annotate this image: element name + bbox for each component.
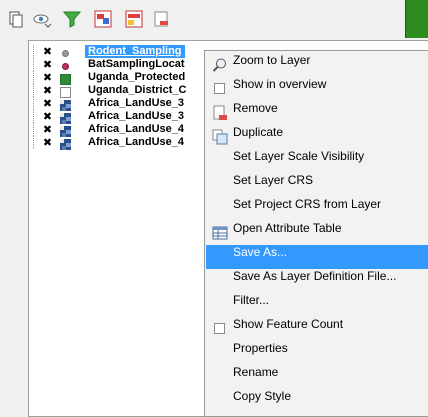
layer-options-icon[interactable] <box>5 8 27 30</box>
collapse-all-icon[interactable] <box>123 8 145 30</box>
tree-connector <box>33 123 42 136</box>
layer-symbol-icon <box>60 137 71 150</box>
menu-item-label: Set Layer Scale Visibility <box>233 149 365 163</box>
layer-symbol-icon <box>60 111 71 124</box>
layer-label: Africa_LandUse_4 <box>88 136 184 148</box>
menu-item-label: Save As Layer Definition File... <box>233 269 397 283</box>
menu-item-remove[interactable]: Remove <box>206 101 428 125</box>
layer-visibility-checkbox[interactable]: ✖ <box>42 111 53 122</box>
menu-item-show-feature-count[interactable]: Show Feature Count <box>206 317 428 341</box>
tree-connector <box>33 58 42 71</box>
menu-item-show-in-overview[interactable]: Show in overview <box>206 77 428 101</box>
layer-label: Africa_LandUse_3 <box>88 110 184 122</box>
layer-label: Uganda_District_C <box>88 84 187 96</box>
menu-item-label: Open Attribute Table <box>233 221 342 235</box>
layer-symbol-icon <box>60 59 71 70</box>
menu-item-label: Duplicate <box>233 125 284 139</box>
layers-toolbar <box>0 0 428 40</box>
attribute-table-icon <box>212 225 228 241</box>
layer-label: BatSamplingLocat <box>88 58 185 70</box>
layer-symbol-icon <box>60 46 71 57</box>
layer-symbol-icon <box>60 98 71 111</box>
menu-item-set-layer-scale-visibility[interactable]: Set Layer Scale Visibility <box>206 149 428 173</box>
menu-item-set-layer-crs[interactable]: Set Layer CRS <box>206 173 428 197</box>
menu-item-save-as[interactable]: Save As... <box>206 245 428 269</box>
tree-connector <box>33 97 42 110</box>
menu-item-rename[interactable]: Rename <box>206 365 428 389</box>
tree-connector <box>33 84 42 97</box>
expand-all-icon[interactable] <box>92 8 114 30</box>
tree-connector <box>33 45 42 58</box>
menu-item-label: Save As... <box>233 245 288 259</box>
menu-item-label: Set Layer CRS <box>233 173 314 187</box>
menu-item-label: Set Project CRS from Layer <box>233 197 382 211</box>
menu-item-properties[interactable]: Properties <box>206 341 428 365</box>
menu-item-zoom-to-layer[interactable]: Zoom to Layer <box>206 53 428 77</box>
tree-connector <box>33 110 42 123</box>
filter-legend-icon[interactable] <box>61 8 83 30</box>
layer-visibility-checkbox[interactable]: ✖ <box>42 46 53 57</box>
menu-item-label: Rename <box>233 365 279 379</box>
checkbox-icon <box>214 83 225 94</box>
layer-symbol-icon <box>59 72 72 86</box>
checkbox-icon <box>214 323 225 334</box>
layer-context-menu: Zoom to Layer Show in overview Remove Dupli… <box>204 50 428 417</box>
layer-label: Rodent_Sampling <box>85 45 185 58</box>
layer-label: Africa_LandUse_4 <box>88 123 184 135</box>
menu-item-copy-style[interactable]: Copy Style <box>206 389 428 413</box>
tree-connector <box>33 71 42 84</box>
layer-visibility-checkbox[interactable]: ✖ <box>42 98 53 109</box>
layer-visibility-checkbox[interactable]: ✖ <box>42 72 53 83</box>
zoom-icon <box>212 57 228 73</box>
duplicate-icon <box>212 129 228 145</box>
remove-icon <box>212 105 228 121</box>
layer-visibility-checkbox[interactable]: ✖ <box>42 59 53 70</box>
manage-visibility-icon[interactable] <box>31 8 53 30</box>
menu-item-save-as-layer-definition-file[interactable]: Save As Layer Definition File... <box>206 269 428 293</box>
layer-label: Africa_LandUse_3 <box>88 97 184 109</box>
tree-connector <box>33 136 42 149</box>
menu-item-duplicate[interactable]: Duplicate <box>206 125 428 149</box>
layer-symbol-icon <box>60 124 71 137</box>
menu-item-label: Properties <box>233 341 288 355</box>
menu-item-label: Copy Style <box>233 389 292 403</box>
menu-item-label: Remove <box>233 101 278 115</box>
layer-label: Uganda_Protected <box>88 71 186 83</box>
layer-symbol-icon <box>60 85 71 98</box>
map-canvas-edge <box>405 0 428 38</box>
remove-layer-icon[interactable] <box>151 8 173 30</box>
menu-item-label: Show Feature Count <box>233 317 344 331</box>
menu-item-set-project-crs-from-layer[interactable]: Set Project CRS from Layer <box>206 197 428 221</box>
menu-item-filter[interactable]: Filter... <box>206 293 428 317</box>
menu-item-open-attribute-table[interactable]: Open Attribute Table <box>206 221 428 245</box>
layer-visibility-checkbox[interactable]: ✖ <box>42 85 53 96</box>
layer-visibility-checkbox[interactable]: ✖ <box>42 137 53 148</box>
menu-item-label: Show in overview <box>233 77 327 91</box>
layer-visibility-checkbox[interactable]: ✖ <box>42 124 53 135</box>
menu-item-label: Filter... <box>233 293 270 307</box>
menu-item-label: Zoom to Layer <box>233 53 311 67</box>
